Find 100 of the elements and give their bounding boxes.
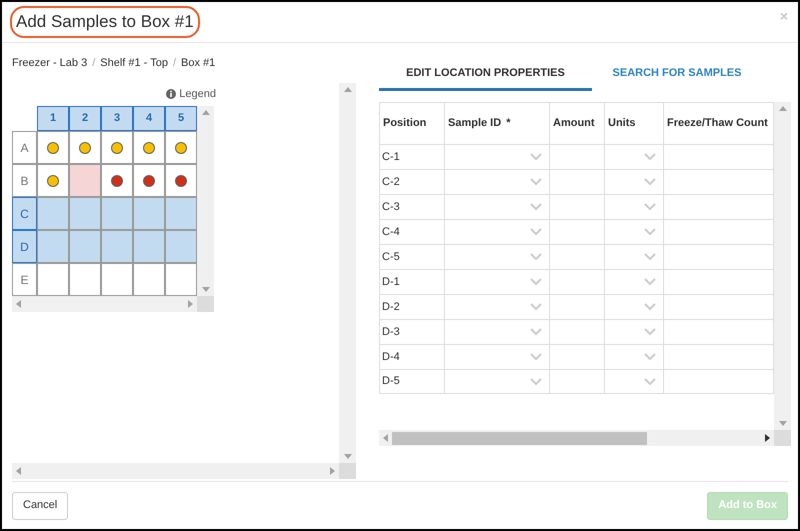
horizontal-scrollbar[interactable] bbox=[12, 296, 197, 312]
chevron-down-icon[interactable] bbox=[644, 328, 656, 336]
table-cell: D-4 bbox=[380, 345, 445, 369]
row-header[interactable]: D bbox=[12, 230, 37, 263]
chevron-down-icon[interactable] bbox=[530, 303, 542, 311]
column-header[interactable]: 2 bbox=[69, 106, 101, 131]
table-cell: C-4 bbox=[380, 220, 445, 244]
box-cell[interactable] bbox=[69, 197, 101, 230]
box-cell[interactable] bbox=[37, 197, 69, 230]
box-cell[interactable] bbox=[37, 230, 69, 263]
chevron-down-icon[interactable] bbox=[530, 378, 542, 386]
box-cell[interactable] bbox=[101, 131, 133, 164]
box-cell[interactable] bbox=[101, 230, 133, 263]
scroll-left-icon[interactable] bbox=[16, 300, 21, 308]
chevron-down-icon[interactable] bbox=[530, 228, 542, 236]
column-header[interactable]: 1 bbox=[37, 106, 69, 131]
required-mark: * bbox=[506, 116, 510, 132]
info-icon bbox=[166, 89, 176, 99]
box-cell[interactable] bbox=[165, 263, 197, 296]
chevron-down-icon[interactable] bbox=[644, 153, 656, 161]
horizontal-scrollbar[interactable] bbox=[379, 430, 774, 446]
chevron-down-icon[interactable] bbox=[530, 353, 542, 361]
table-cell: C-5 bbox=[380, 245, 445, 269]
vertical-scrollbar[interactable] bbox=[774, 102, 791, 430]
column-label: Freeze/Thaw Count bbox=[667, 116, 768, 132]
scrollbar-corner bbox=[197, 296, 214, 312]
box-cell[interactable] bbox=[101, 197, 133, 230]
scroll-up-icon[interactable] bbox=[202, 110, 210, 115]
chevron-down-icon[interactable] bbox=[530, 153, 542, 161]
column-header[interactable]: 5 bbox=[165, 106, 197, 131]
scroll-down-icon[interactable] bbox=[202, 287, 210, 292]
box-cell[interactable] bbox=[101, 164, 133, 197]
row-header[interactable]: E bbox=[12, 263, 37, 296]
box-cell[interactable] bbox=[133, 164, 165, 197]
row-header[interactable]: B bbox=[12, 164, 37, 197]
box-cell[interactable] bbox=[37, 164, 69, 197]
breadcrumb-link[interactable]: Shelf #1 - Top bbox=[100, 54, 168, 72]
horizontal-scrollbar[interactable] bbox=[12, 463, 339, 479]
table-cell: C-2 bbox=[380, 170, 445, 194]
column-label: Amount bbox=[553, 116, 595, 132]
box-cell[interactable] bbox=[37, 263, 69, 296]
table-cell: D-5 bbox=[380, 370, 445, 393]
box-cell[interactable] bbox=[165, 164, 197, 197]
breadcrumb-link[interactable]: Freezer - Lab 3 bbox=[12, 54, 88, 72]
chevron-down-icon[interactable] bbox=[530, 278, 542, 286]
chevron-down-icon[interactable] bbox=[644, 353, 656, 361]
box-cell[interactable] bbox=[165, 197, 197, 230]
scroll-left-icon[interactable] bbox=[383, 434, 388, 442]
chevron-down-icon[interactable] bbox=[530, 203, 542, 211]
chevron-down-icon[interactable] bbox=[644, 253, 656, 261]
box-cell[interactable] bbox=[69, 164, 101, 197]
table-cell: D-1 bbox=[380, 270, 445, 294]
table-cell: D-3 bbox=[380, 320, 445, 344]
box-cell[interactable] bbox=[133, 131, 165, 164]
box-cell[interactable] bbox=[69, 230, 101, 263]
column-label: Sample ID bbox=[448, 116, 502, 132]
chevron-down-icon[interactable] bbox=[644, 178, 656, 186]
scroll-left-icon[interactable] bbox=[16, 467, 21, 475]
column-header[interactable]: 4 bbox=[133, 106, 165, 131]
breadcrumb-link[interactable]: Box #1 bbox=[181, 54, 216, 72]
row-header[interactable]: A bbox=[12, 131, 37, 164]
table-cell: C-1 bbox=[380, 145, 445, 169]
scroll-up-icon[interactable] bbox=[778, 106, 786, 111]
row-header[interactable]: C bbox=[12, 197, 37, 230]
chevron-down-icon[interactable] bbox=[644, 203, 656, 211]
scroll-down-icon[interactable] bbox=[778, 421, 786, 426]
vertical-scrollbar[interactable] bbox=[197, 106, 214, 296]
chevron-down-icon[interactable] bbox=[530, 178, 542, 186]
table-cell: C-3 bbox=[380, 195, 445, 219]
cancel-button[interactable]: Cancel bbox=[12, 492, 68, 520]
chevron-down-icon[interactable] bbox=[530, 328, 542, 336]
box-cell[interactable] bbox=[133, 230, 165, 263]
box-cell[interactable] bbox=[165, 131, 197, 164]
vertical-scrollbar[interactable] bbox=[339, 83, 356, 463]
chevron-down-icon[interactable] bbox=[644, 303, 656, 311]
breadcrumb-separator: / bbox=[172, 56, 176, 71]
chevron-down-icon[interactable] bbox=[530, 253, 542, 261]
box-cell[interactable] bbox=[69, 263, 101, 296]
chevron-down-icon[interactable] bbox=[644, 378, 656, 386]
box-cell[interactable] bbox=[37, 131, 69, 164]
column-header[interactable]: 3 bbox=[101, 106, 133, 131]
scrollbar-corner bbox=[774, 430, 791, 446]
box-cell[interactable] bbox=[165, 230, 197, 263]
scroll-up-icon[interactable] bbox=[344, 87, 352, 92]
column-label: Position bbox=[383, 116, 426, 132]
legend-link[interactable]: Legend bbox=[179, 86, 216, 102]
scrollbar-corner bbox=[339, 463, 356, 479]
box-cell[interactable] bbox=[133, 263, 165, 296]
chevron-down-icon[interactable] bbox=[644, 228, 656, 236]
tab[interactable]: EDIT LOCATION PROPERTIES bbox=[379, 59, 592, 91]
tab[interactable]: SEARCH FOR SAMPLES bbox=[592, 59, 762, 91]
chevron-down-icon[interactable] bbox=[644, 278, 656, 286]
column-label: Units bbox=[608, 116, 636, 132]
scrollbar-thumb[interactable] bbox=[392, 432, 647, 444]
scroll-down-icon[interactable] bbox=[344, 454, 352, 459]
box-cell[interactable] bbox=[69, 131, 101, 164]
box-cell[interactable] bbox=[101, 263, 133, 296]
dialog-title: Add Samples to Box #1 bbox=[10, 6, 200, 38]
scroll-right-icon[interactable] bbox=[765, 434, 770, 442]
box-cell[interactable] bbox=[133, 197, 165, 230]
